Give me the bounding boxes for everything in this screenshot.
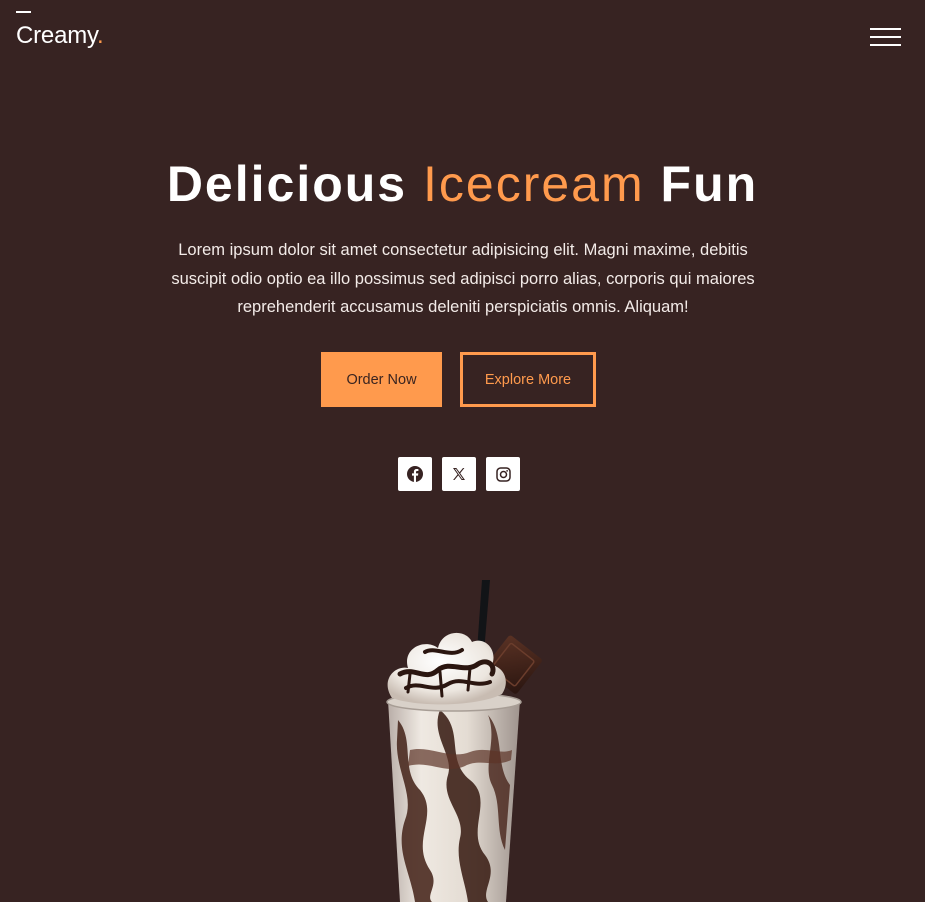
facebook-link[interactable]	[398, 457, 432, 491]
hero-title-part1: Delicious	[166, 156, 408, 212]
explore-more-button[interactable]: Explore More	[460, 352, 596, 407]
order-now-button[interactable]: Order Now	[321, 352, 442, 407]
hero-description: Lorem ipsum dolor sit amet consectetur a…	[171, 241, 755, 316]
logo[interactable]: Creamy.	[16, 22, 104, 50]
facebook-icon	[407, 466, 423, 482]
hero-title: Delicious Icecream Fun	[0, 155, 925, 213]
hamburger-bar	[870, 44, 901, 46]
hero-title-part2: Fun	[660, 156, 759, 212]
logo-accent-line	[16, 11, 31, 13]
instagram-link[interactable]	[486, 457, 520, 491]
logo-text: Creamy	[16, 22, 98, 49]
logo-dot: .	[97, 22, 104, 49]
x-twitter-link[interactable]	[442, 457, 476, 491]
hamburger-bar	[870, 36, 901, 38]
x-twitter-icon	[453, 468, 465, 480]
instagram-icon	[495, 466, 511, 482]
milkshake-image	[386, 580, 542, 902]
hamburger-menu-button[interactable]	[870, 28, 902, 48]
hamburger-menu-icon	[870, 28, 901, 30]
hero-title-accent: Icecream	[423, 156, 645, 212]
page: Creamy. Delicious Icecream Fun Lorem ips…	[0, 0, 925, 902]
